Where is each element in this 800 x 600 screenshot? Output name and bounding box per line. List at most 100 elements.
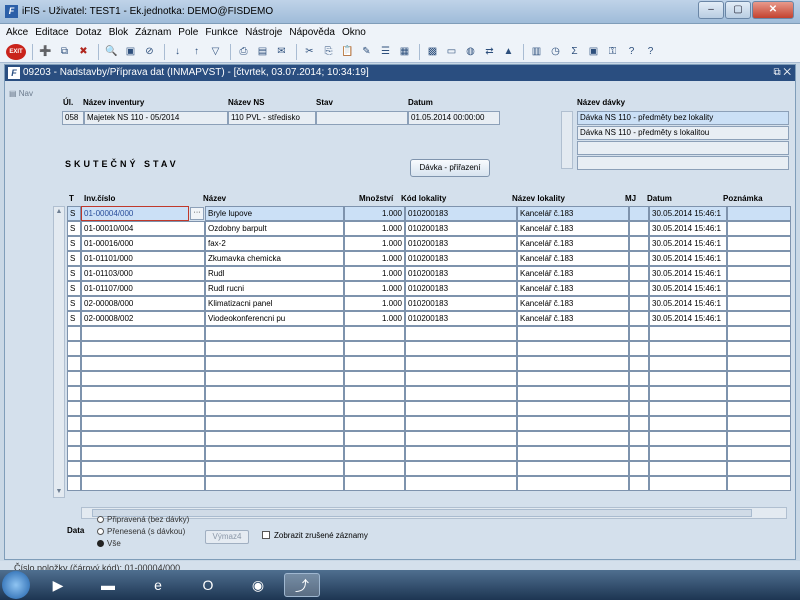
cell-nazev-lokality[interactable]: [517, 326, 629, 341]
cell-nazev-lokality[interactable]: Kancelář č.183: [517, 206, 629, 221]
cell-inv[interactable]: 01-01103/000: [81, 266, 205, 281]
datum-field[interactable]: 01.05.2014 00:00:00: [408, 111, 500, 125]
cell-mj[interactable]: [629, 461, 649, 476]
cell-kod-lokality[interactable]: [405, 401, 517, 416]
cell-t[interactable]: [67, 401, 81, 416]
menu-akce[interactable]: Akce: [6, 24, 28, 41]
cell-poznamka[interactable]: [727, 356, 791, 371]
help-icon[interactable]: ?: [623, 44, 640, 60]
cell-mnozstvi[interactable]: [344, 416, 405, 431]
filter-icon[interactable]: ▽: [207, 44, 224, 60]
cell-kod-lokality[interactable]: [405, 386, 517, 401]
internet-explorer-icon[interactable]: e: [140, 573, 176, 597]
cell-mj[interactable]: [629, 326, 649, 341]
cell-kod-lokality[interactable]: [405, 416, 517, 431]
cell-nazev-lokality[interactable]: Kancelář č.183: [517, 296, 629, 311]
cell-nazev-lokality[interactable]: [517, 446, 629, 461]
cell-mj[interactable]: [629, 221, 649, 236]
cell-mnozstvi[interactable]: 1.000: [344, 206, 405, 221]
radio-prenesena[interactable]: Přenesená (s dávkou): [97, 527, 185, 536]
cell-nazev[interactable]: Ozdobny barpult: [205, 221, 344, 236]
cell-inv[interactable]: 02-00008/000: [81, 296, 205, 311]
cell-mnozstvi[interactable]: 1.000: [344, 311, 405, 326]
cell-inv[interactable]: 01-00016/000: [81, 236, 205, 251]
cell-datum[interactable]: [649, 401, 727, 416]
cell-kod-lokality[interactable]: 010200183: [405, 266, 517, 281]
cell-inv[interactable]: [81, 341, 205, 356]
maximize-button[interactable]: ▢: [725, 1, 751, 19]
copy-icon[interactable]: ⎘: [320, 44, 337, 60]
cell-nazev[interactable]: Viodeokonferencni pu: [205, 311, 344, 326]
cell-poznamka[interactable]: [727, 476, 791, 491]
cell-mnozstvi[interactable]: [344, 341, 405, 356]
table-row[interactable]: [67, 401, 791, 416]
context-help-icon[interactable]: ?: [642, 44, 659, 60]
cell-nazev-lokality[interactable]: [517, 461, 629, 476]
cell-mnozstvi[interactable]: [344, 386, 405, 401]
cell-inv[interactable]: 01-01107/000: [81, 281, 205, 296]
cell-mj[interactable]: [629, 296, 649, 311]
vymaz-button[interactable]: Výmaz4: [205, 530, 249, 544]
cell-nazev[interactable]: [205, 371, 344, 386]
sort-desc-icon[interactable]: ↑: [188, 44, 205, 60]
cell-mnozstvi[interactable]: [344, 401, 405, 416]
insert-record-icon[interactable]: ➕: [37, 44, 54, 60]
folder-icon[interactable]: ▬: [90, 573, 126, 597]
key-icon[interactable]: ⚿: [604, 44, 621, 60]
table-row[interactable]: S 01-00004/000 ··· Bryle lupove 1.000 0102001…: [67, 206, 791, 221]
cell-mnozstvi[interactable]: 1.000: [344, 251, 405, 266]
cell-datum[interactable]: [649, 416, 727, 431]
cell-t[interactable]: S: [67, 266, 81, 281]
query-icon[interactable]: 🔍: [103, 44, 120, 60]
menu-blok[interactable]: Blok: [109, 24, 128, 41]
cell-poznamka[interactable]: [727, 401, 791, 416]
cell-mnozstvi[interactable]: [344, 356, 405, 371]
cell-nazev[interactable]: [205, 401, 344, 416]
cell-mj[interactable]: [629, 251, 649, 266]
cell-kod-lokality[interactable]: [405, 431, 517, 446]
cell-datum[interactable]: [649, 386, 727, 401]
duplicate-record-icon[interactable]: ⧉: [56, 44, 73, 60]
cell-nazev-lokality[interactable]: [517, 401, 629, 416]
cell-nazev-lokality[interactable]: [517, 371, 629, 386]
cell-inv[interactable]: [81, 461, 205, 476]
cell-mj[interactable]: [629, 386, 649, 401]
cell-poznamka[interactable]: [727, 341, 791, 356]
cell-poznamka[interactable]: [727, 416, 791, 431]
cell-datum[interactable]: 30.05.2014 15:46:1: [649, 266, 727, 281]
cell-poznamka[interactable]: [727, 446, 791, 461]
cell-datum[interactable]: [649, 461, 727, 476]
cell-kod-lokality[interactable]: [405, 371, 517, 386]
checkbox-box[interactable]: [262, 531, 270, 539]
cell-nazev[interactable]: [205, 431, 344, 446]
paste-icon[interactable]: 📋: [339, 44, 356, 60]
warning-icon[interactable]: ▲: [500, 44, 517, 60]
cell-datum[interactable]: 30.05.2014 15:46:1: [649, 221, 727, 236]
cell-poznamka[interactable]: [727, 326, 791, 341]
cell-kod-lokality[interactable]: [405, 326, 517, 341]
media-player-icon[interactable]: ▶: [40, 573, 76, 597]
cell-mnozstvi[interactable]: 1.000: [344, 281, 405, 296]
execute-query-icon[interactable]: ▣: [122, 44, 139, 60]
davka-item[interactable]: [577, 156, 789, 170]
davka-item[interactable]: [577, 141, 789, 155]
menu-editace[interactable]: Editace: [35, 24, 68, 41]
stav-field[interactable]: [316, 111, 408, 125]
table-row[interactable]: S 01-00016/000 fax-2 1.000 010200183 Kancelář…: [67, 236, 791, 251]
cell-poznamka[interactable]: [727, 251, 791, 266]
cell-nazev-lokality[interactable]: [517, 356, 629, 371]
cut-icon[interactable]: ✂: [301, 44, 318, 60]
table-row[interactable]: [67, 431, 791, 446]
cell-poznamka[interactable]: [727, 371, 791, 386]
cell-mnozstvi[interactable]: [344, 326, 405, 341]
nazev-ns-field[interactable]: 110 PVL - středisko: [228, 111, 316, 125]
cell-poznamka[interactable]: [727, 206, 791, 221]
table-row[interactable]: [67, 476, 791, 491]
cell-mj[interactable]: [629, 476, 649, 491]
cell-mj[interactable]: [629, 371, 649, 386]
cell-mj[interactable]: [629, 311, 649, 326]
menu-okno[interactable]: Okno: [342, 24, 366, 41]
globe-icon[interactable]: ◍: [462, 44, 479, 60]
cell-t[interactable]: [67, 476, 81, 491]
cell-poznamka[interactable]: [727, 266, 791, 281]
